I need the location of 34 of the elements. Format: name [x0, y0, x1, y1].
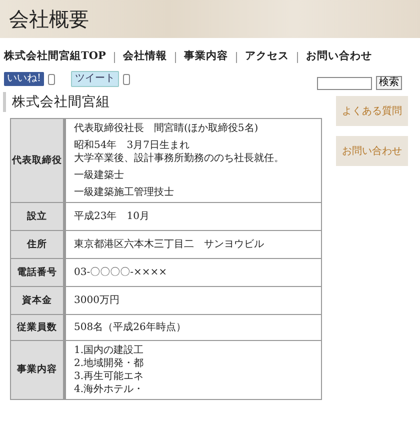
value-line: 508名（平成26年時点）: [74, 321, 187, 334]
nav-link[interactable]: お問い合わせ: [306, 49, 372, 65]
value-line: 昭和54年 3月7日生まれ: [74, 139, 190, 152]
row-label: 従業員数: [10, 314, 64, 341]
nav-link[interactable]: 株式会社間宮組TOP: [4, 49, 106, 65]
value-line: 東京都港区六本木三丁目二 サンヨウビル: [74, 238, 265, 252]
page-title: 会社概要: [9, 8, 90, 30]
value-line: 4.海外ホテル・: [74, 383, 145, 396]
row-label: 代表取締役: [10, 118, 64, 203]
nav-link[interactable]: アクセス: [244, 49, 289, 65]
section-title: 株式会社間宮組: [3, 92, 322, 112]
nav-link[interactable]: 事業内容: [184, 49, 228, 65]
row-label: 設立: [10, 202, 64, 231]
like-count: [48, 74, 56, 84]
row-label: 事業内容: [10, 340, 64, 400]
value-line: 代表取締役社長 間宮睛(ほか取締役5名): [74, 122, 260, 136]
value-line: 3.再生可能エネ: [74, 370, 145, 384]
value-line: 平成23年 10月: [74, 210, 150, 224]
like-button[interactable]: いいね!: [4, 72, 44, 86]
value-line: 一級建築士: [74, 169, 125, 182]
value-line: 03-〇〇〇〇-××××: [74, 266, 168, 280]
row-label: 住所: [10, 230, 64, 259]
value-line: 一級建築施工管理技士: [74, 186, 175, 200]
value-line: 大学卒業後、設計事務所勤務ののち社長就任。: [74, 152, 285, 166]
search-button[interactable]: 検索: [376, 76, 402, 90]
value-line: 1.国内の建設工: [74, 344, 145, 358]
row-label: 資本金: [10, 286, 64, 315]
search-field[interactable]: [317, 76, 372, 90]
tweet-count: [123, 74, 130, 84]
value-line: 3000万円: [74, 294, 120, 308]
row-label: 電話番号: [10, 258, 64, 287]
value-line: 2.地域開発・都: [74, 357, 145, 370]
tweet-button[interactable]: ツイート: [71, 71, 120, 87]
nav-link[interactable]: 会社情報: [122, 49, 167, 65]
